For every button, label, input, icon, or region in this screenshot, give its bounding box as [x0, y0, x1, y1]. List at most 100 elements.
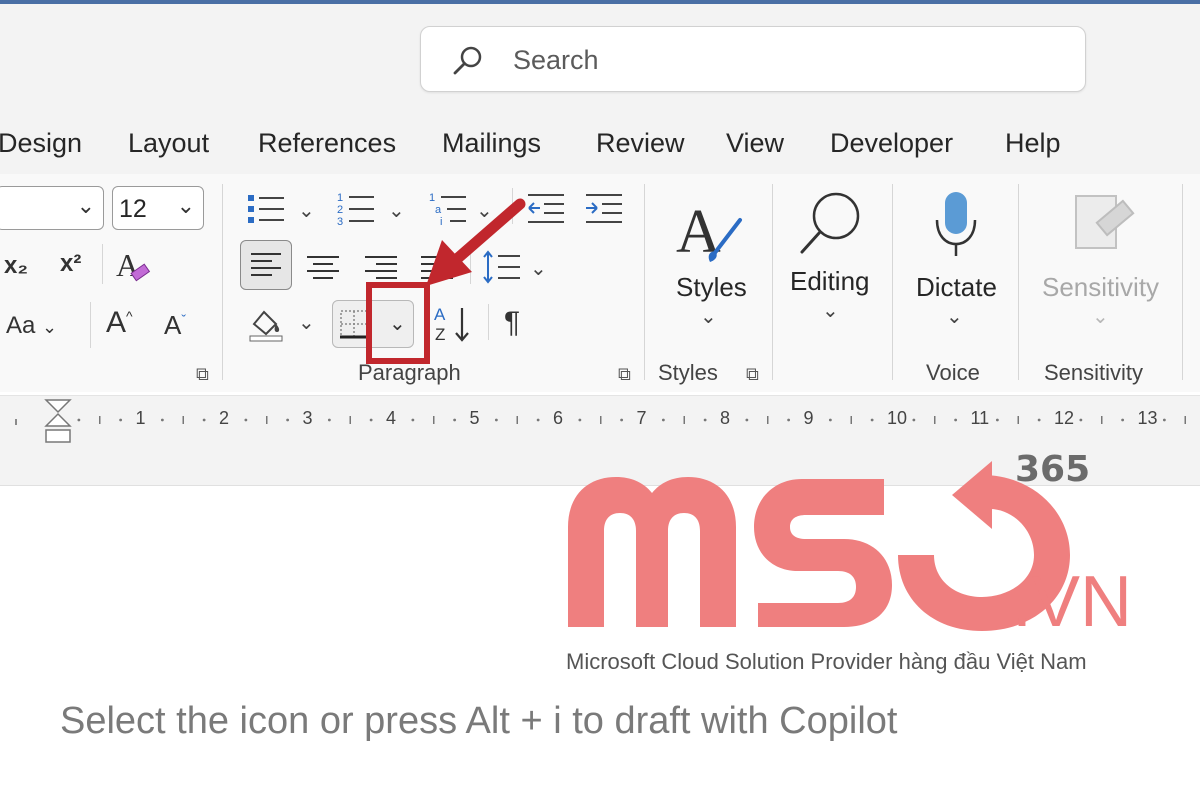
tab-developer[interactable]: Developer — [830, 128, 953, 159]
group-label-paragraph: Paragraph — [358, 360, 461, 385]
numbering-icon[interactable]: 123 — [336, 190, 376, 228]
ruler-tick — [995, 418, 999, 422]
ruler-tick — [1101, 416, 1103, 424]
ribbon-tabs: Design Layout References Mailings Review… — [0, 112, 1200, 174]
align-right-icon[interactable] — [364, 254, 398, 282]
ruler-tick — [661, 418, 665, 422]
tab-help[interactable]: Help — [1005, 128, 1061, 159]
caret-up-icon: ^ — [126, 308, 133, 324]
svg-text:2: 2 — [337, 204, 343, 216]
ruler-number: 1 — [135, 408, 146, 428]
svg-text:Z: Z — [435, 325, 445, 344]
ruler-tick — [620, 418, 624, 422]
styles-icon[interactable]: A — [674, 192, 746, 266]
chevron-down-icon[interactable]: ⌄ — [298, 310, 315, 335]
ruler-tick — [119, 418, 123, 422]
search-icon — [453, 46, 482, 75]
ruler-tick — [1079, 418, 1083, 422]
ruler-tick — [1037, 418, 1041, 422]
ruler-tick — [536, 418, 540, 422]
font-dialog-launcher-icon[interactable]: ⧉ — [196, 364, 209, 385]
chevron-down-icon[interactable]: ⌄ — [298, 198, 315, 223]
group-label-voice: Voice — [926, 360, 980, 385]
ruler-tick — [327, 418, 331, 422]
grow-font-button[interactable]: A^ — [106, 306, 133, 340]
group-separator — [222, 184, 223, 380]
arrow-annotation-icon — [426, 198, 526, 286]
ruler-number: 11 — [970, 408, 990, 428]
change-case-label: Aa — [6, 312, 36, 339]
ruler-tick — [1162, 418, 1166, 422]
chevron-down-icon[interactable]: ⌄ — [946, 304, 963, 329]
separator — [90, 302, 91, 348]
ruler-tick — [703, 418, 707, 422]
chevron-down-icon[interactable]: ⌄ — [700, 304, 717, 329]
subscript-button[interactable]: x₂ — [4, 252, 28, 280]
tab-references[interactable]: References — [258, 128, 396, 159]
highlight-box — [366, 282, 430, 364]
styles-dialog-launcher-icon[interactable]: ⧉ — [746, 364, 759, 385]
ruler-tick — [683, 416, 685, 424]
ruler-number: 9 — [803, 408, 814, 428]
increase-indent-icon[interactable] — [584, 192, 624, 224]
ruler-tick — [77, 418, 81, 422]
shrink-font-button[interactable]: Aˇ — [164, 310, 186, 341]
sort-icon[interactable]: A Z — [432, 304, 474, 344]
indent-marker-icon[interactable] — [44, 398, 72, 446]
ruler-number: 12 — [1054, 408, 1075, 428]
chevron-down-icon: ⌄ — [42, 317, 58, 337]
copilot-hint: Select the icon or press Alt + i to draf… — [60, 700, 898, 742]
microphone-icon[interactable] — [932, 190, 980, 262]
ruler-number: 3 — [302, 408, 313, 428]
dictate-button-label[interactable]: Dictate — [916, 272, 997, 303]
bullets-icon[interactable] — [246, 192, 286, 226]
tab-review[interactable]: Review — [596, 128, 685, 159]
ruler-tick — [516, 416, 518, 424]
chevron-down-icon[interactable]: ⌄ — [822, 298, 839, 323]
decrease-indent-icon[interactable] — [526, 192, 566, 224]
font-name-combo[interactable]: ⌄ — [0, 186, 104, 230]
chevron-down-icon[interactable]: ⌄ — [530, 256, 547, 281]
chevron-down-icon[interactable]: ⌄ — [388, 198, 405, 223]
ruler-tick — [767, 416, 769, 424]
center-icon[interactable] — [306, 254, 340, 282]
ruler-tick — [787, 418, 791, 422]
group-label-styles: Styles — [658, 360, 718, 385]
paragraph-dialog-launcher-icon[interactable]: ⧉ — [618, 364, 631, 385]
tab-mailings[interactable]: Mailings — [442, 128, 541, 159]
group-separator — [892, 184, 893, 380]
ruler-tick — [1184, 416, 1186, 424]
clear-formatting-icon[interactable]: A — [114, 244, 154, 286]
align-left-icon — [251, 253, 281, 276]
svg-text:1: 1 — [337, 192, 343, 204]
ruler-tick — [453, 418, 457, 422]
tab-layout[interactable]: Layout — [128, 128, 209, 159]
ruler-tick — [1121, 418, 1125, 422]
group-separator — [1018, 184, 1019, 380]
ruler-tick — [578, 418, 582, 422]
group-separator — [772, 184, 773, 380]
search-box[interactable]: Search — [420, 26, 1086, 92]
tab-design[interactable]: Design — [0, 128, 82, 159]
ruler-tick — [266, 416, 268, 424]
change-case-button[interactable]: Aa ⌄ — [6, 312, 57, 340]
ruler-number: 2 — [219, 408, 230, 428]
logo-dot-vn: .VN — [1012, 562, 1133, 642]
font-size-combo[interactable]: 12 ⌄ — [112, 186, 204, 230]
styles-button-label[interactable]: Styles — [676, 272, 747, 303]
ruler-tick — [411, 418, 415, 422]
tab-view[interactable]: View — [726, 128, 784, 159]
editing-button-label[interactable]: Editing — [790, 266, 870, 297]
chevron-down-icon: ⌄ — [176, 193, 195, 218]
align-left-button[interactable] — [240, 240, 292, 290]
shading-icon[interactable] — [248, 304, 286, 344]
svg-text:3: 3 — [337, 216, 343, 228]
ruler-tick — [600, 416, 602, 424]
pilcrow-icon[interactable]: ¶ — [504, 306, 520, 340]
borders-icon — [340, 310, 368, 339]
ruler-tick — [286, 418, 290, 422]
superscript-button[interactable]: x² — [60, 250, 81, 278]
ruler-tick — [828, 418, 832, 422]
editing-icon[interactable] — [798, 190, 864, 258]
ruler-number: 7 — [636, 408, 647, 428]
